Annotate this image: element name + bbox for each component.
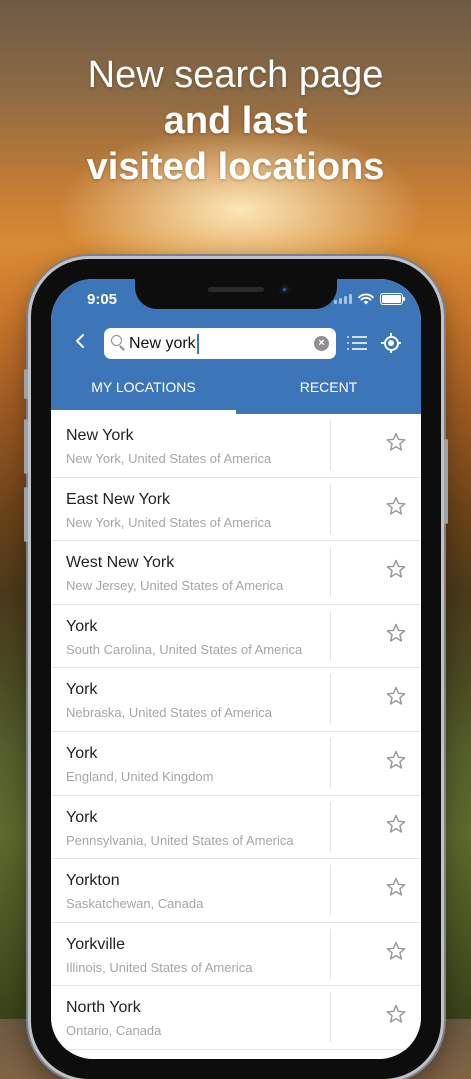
star-icon[interactable] [385, 685, 407, 707]
list-item[interactable]: York England, United Kingdom [51, 731, 421, 796]
location-name: York [66, 808, 98, 826]
status-time: 9:05 [87, 291, 118, 308]
clear-icon[interactable]: × [314, 336, 329, 351]
list-item[interactable]: Yorkville Illinois, United States of Amer… [51, 922, 421, 987]
star-icon[interactable] [385, 431, 407, 453]
location-name: North York [66, 999, 141, 1017]
location-detail: New York, United States of America [66, 451, 272, 466]
star-icon[interactable] [385, 495, 407, 517]
camera-icon [279, 284, 290, 295]
star-icon[interactable] [385, 876, 407, 898]
row-divider [330, 483, 331, 534]
row-divider [330, 674, 331, 725]
location-detail: New Jersey, United States of America [66, 578, 284, 594]
promo-line-2: and last [163, 100, 308, 142]
promo-line-3: visited locations [86, 146, 385, 188]
app-screen: 9:05 New york × MY LOCATIONS RECENT New … [51, 279, 421, 1059]
location-name: West New York [66, 554, 175, 572]
location-detail: Illinois, United States of America [66, 959, 253, 975]
wifi-icon [358, 293, 374, 305]
row-divider [330, 992, 331, 1043]
location-name: York [66, 744, 98, 762]
row-divider [330, 610, 331, 661]
row-divider [330, 420, 331, 470]
promo-headline: New search page and last visited locatio… [0, 52, 471, 190]
location-detail: South Carolina, United States of America [66, 641, 303, 657]
search-icon [111, 335, 122, 346]
location-detail: Nebraska, United States of America [66, 705, 272, 721]
location-name: York [66, 681, 98, 699]
list-item[interactable]: York South Carolina, United States of Ame… [51, 604, 421, 669]
star-icon[interactable] [385, 940, 407, 962]
search-box[interactable]: × [104, 328, 336, 359]
row-divider [330, 928, 331, 979]
search-results-list: New York New York, United States of Ameri… [51, 414, 421, 1050]
star-icon[interactable] [385, 813, 407, 835]
row-divider [330, 801, 331, 852]
list-item[interactable]: York Pennsylvania, United States of Ameri… [51, 795, 421, 860]
power-button [444, 439, 448, 524]
phone-frame: 9:05 New york × MY LOCATIONS RECENT New … [24, 259, 448, 1079]
location-detail: England, United Kingdom [66, 768, 214, 784]
star-icon[interactable] [385, 749, 407, 771]
star-icon[interactable] [385, 1003, 407, 1025]
list-item[interactable]: New York New York, United States of Ameri… [51, 414, 421, 478]
row-divider [330, 737, 331, 788]
location-name: York [66, 617, 98, 635]
star-icon[interactable] [385, 558, 407, 580]
row-divider [330, 865, 331, 916]
location-detail: Saskatchewan, Canada [66, 896, 204, 912]
location-detail: New York, United States of America [66, 514, 272, 530]
location-detail: Pennsylvania, United States of America [66, 832, 294, 848]
tab-my-locations[interactable]: MY LOCATIONS [51, 379, 236, 395]
location-name: New York [66, 427, 134, 444]
tab-recent[interactable]: RECENT [236, 379, 421, 395]
text-caret [197, 334, 199, 354]
list-item[interactable]: East New York New York, United States of … [51, 477, 421, 542]
chevron-left-icon[interactable] [75, 333, 85, 354]
speaker-grille [208, 287, 264, 292]
status-icons [334, 293, 405, 305]
volume-down-button [24, 487, 28, 542]
list-item[interactable]: York Nebraska, United States of America [51, 668, 421, 732]
search-input[interactable] [129, 332, 309, 355]
notch [135, 279, 337, 309]
location-name: Yorkville [66, 935, 125, 953]
list-item[interactable]: West New York New Jersey, United States o… [51, 541, 421, 605]
list-icon[interactable] [347, 335, 367, 351]
list-item[interactable]: North York Ontario, Canada [51, 986, 421, 1050]
location-target-icon[interactable] [381, 333, 401, 353]
cellular-signal-icon [334, 294, 352, 304]
mute-switch [24, 369, 28, 399]
location-detail: Ontario, Canada [66, 1023, 162, 1039]
location-name: Yorkton [66, 872, 120, 890]
volume-up-button [24, 419, 28, 474]
star-icon[interactable] [385, 622, 407, 644]
promo-line-1: New search page [87, 54, 384, 96]
search-header: 9:05 New york × MY LOCATIONS RECENT [51, 279, 421, 414]
list-item[interactable]: Yorkton Saskatchewan, Canada [51, 859, 421, 923]
battery-icon [380, 293, 405, 305]
location-name: East New York [66, 490, 171, 508]
row-divider [330, 547, 331, 598]
